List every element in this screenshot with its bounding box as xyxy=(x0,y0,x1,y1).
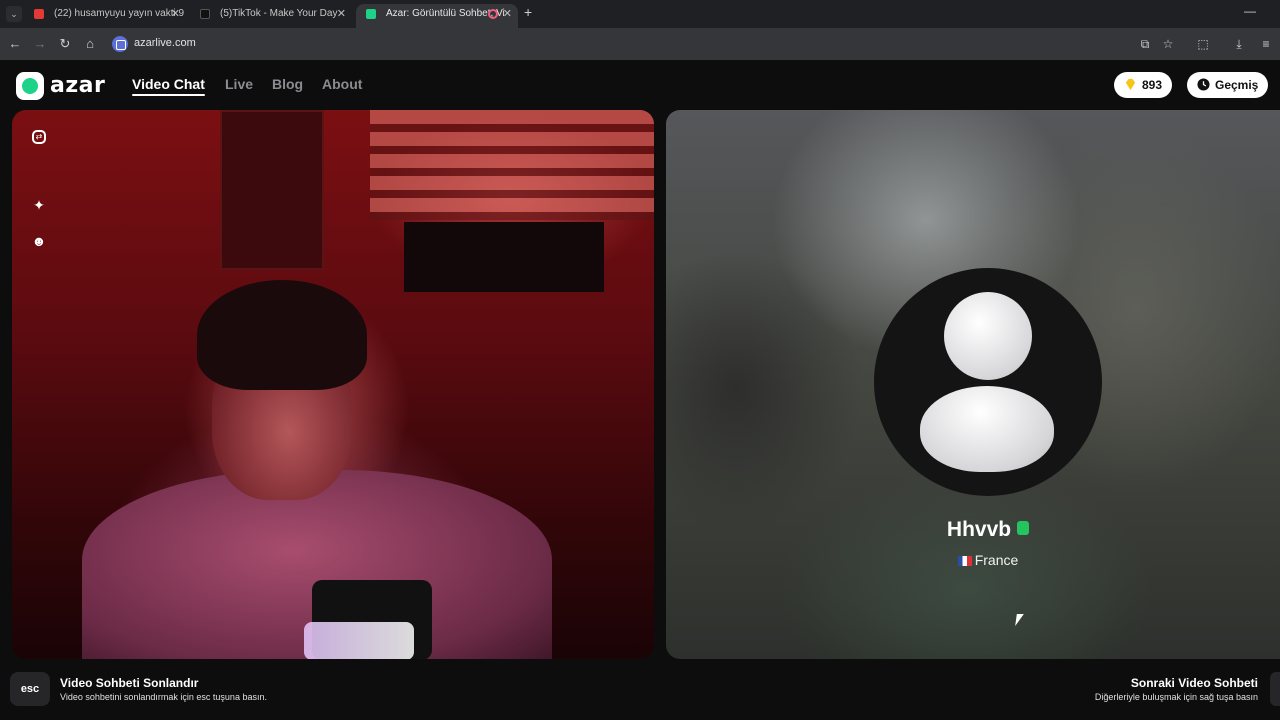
recording-icon xyxy=(488,9,498,19)
verified-badge-icon xyxy=(1017,521,1030,535)
wall-poster xyxy=(220,110,324,270)
end-chat-title: Video Sohbeti Sonlandır xyxy=(60,676,199,690)
browser-tab-youtube[interactable]: (22) husamyuyu yayın vakti 9 - ✕ xyxy=(24,4,186,28)
nav-blog[interactable]: Blog xyxy=(272,76,303,92)
peer-name: Hhvvb xyxy=(946,518,1012,541)
tab-title: Azar: Görüntülü Sohbet, Vi xyxy=(386,8,505,19)
back-icon[interactable]: ← xyxy=(5,34,25,54)
nav-video-chat[interactable]: Video Chat xyxy=(132,76,205,96)
shortcut-bar: esc Video Sohbeti Sonlandır Video sohbet… xyxy=(0,660,1280,720)
nav-about[interactable]: About xyxy=(322,76,362,92)
minimize-icon[interactable]: — xyxy=(1244,4,1256,18)
youtube-icon xyxy=(34,9,44,19)
gems-button[interactable]: 893 xyxy=(1114,72,1173,98)
site-info-icon[interactable] xyxy=(112,36,128,52)
self-video-feed: ⇄ ✦ ☻ xyxy=(12,110,654,659)
swap-camera-icon[interactable]: ⇄ xyxy=(32,130,46,144)
peer-country: France xyxy=(974,552,1019,568)
background-monitor xyxy=(404,222,604,292)
browser-toolbar: ← → ↻ ⌂ azarlive.com ⧉ ☆ ⬚ ⤓ ≡ xyxy=(0,28,1280,60)
bookmark-star-icon[interactable]: ☆ xyxy=(1158,34,1178,54)
person-hair xyxy=(197,280,367,390)
avatar-body-icon xyxy=(920,386,1054,472)
effects-sparkle-icon[interactable]: ✦ xyxy=(26,192,52,218)
peer-video-feed: Hhvvb France xyxy=(666,110,1280,659)
peer-avatar xyxy=(874,268,1102,496)
peer-name-row: Hhvvb xyxy=(666,518,1280,542)
history-label: Geçmiş xyxy=(1215,78,1259,92)
esc-key-button[interactable]: esc xyxy=(10,672,50,706)
close-icon[interactable]: ✕ xyxy=(503,4,512,24)
extensions-icon[interactable]: ⬚ xyxy=(1193,34,1213,54)
gems-count: 893 xyxy=(1142,78,1163,92)
tiktok-icon xyxy=(200,9,210,19)
nav-live[interactable]: Live xyxy=(225,76,253,92)
azar-app: azar Video Chat Live Blog About 893 Geçm… xyxy=(0,60,1280,720)
url-text: azarlive.com xyxy=(134,37,196,49)
browser-tab-tiktok[interactable]: (5)TikTok - Make Your Day ✕ xyxy=(190,4,352,28)
tab-title: (22) husamyuyu yayın vakti 9 - xyxy=(54,8,186,19)
end-chat-subtitle: Video sohbetini sonlandırmak için esc tu… xyxy=(60,692,267,702)
france-flag-icon xyxy=(957,556,972,566)
browser-tabstrip: ⌄ (22) husamyuyu yayın vakti 9 - ✕ (5)Ti… xyxy=(0,0,1280,28)
sticker-face-icon[interactable]: ☻ xyxy=(26,228,52,254)
close-icon[interactable]: ✕ xyxy=(171,4,180,24)
history-button[interactable]: Geçmiş xyxy=(1187,72,1269,98)
forward-icon[interactable]: → xyxy=(30,34,50,54)
next-key-button[interactable] xyxy=(1270,672,1280,706)
cast-icon[interactable]: ⧉ xyxy=(1135,34,1155,54)
logo-text: azar xyxy=(50,73,106,98)
tab-title: (5)TikTok - Make Your Day xyxy=(220,8,338,19)
next-chat-subtitle: Diğerleriyle buluşmak için sağ tuşa bası… xyxy=(1094,692,1258,702)
download-icon[interactable]: ⤓ xyxy=(1229,34,1249,54)
microphone-light xyxy=(304,622,414,659)
logo-mark-icon xyxy=(16,72,44,100)
address-bar[interactable]: azarlive.com xyxy=(108,32,1124,56)
home-icon[interactable]: ⌂ xyxy=(80,34,100,54)
avatar-head-icon xyxy=(944,292,1032,380)
azar-favicon-icon xyxy=(366,9,376,19)
tab-search-button[interactable]: ⌄ xyxy=(6,6,22,22)
close-icon[interactable]: ✕ xyxy=(337,4,346,24)
clock-icon xyxy=(1197,78,1210,91)
new-tab-button[interactable]: + xyxy=(524,4,532,20)
browser-tab-azar[interactable]: Azar: Görüntülü Sohbet, Vi ✕ xyxy=(356,4,518,28)
peer-country-row: France xyxy=(666,552,1280,568)
menu-icon[interactable]: ≡ xyxy=(1256,34,1276,54)
next-chat-title: Sonraki Video Sohbeti xyxy=(1130,676,1258,690)
reload-icon[interactable]: ↻ xyxy=(55,34,75,54)
gem-icon xyxy=(1125,78,1136,91)
window-blinds xyxy=(370,110,654,220)
azar-logo[interactable]: azar xyxy=(16,72,108,100)
